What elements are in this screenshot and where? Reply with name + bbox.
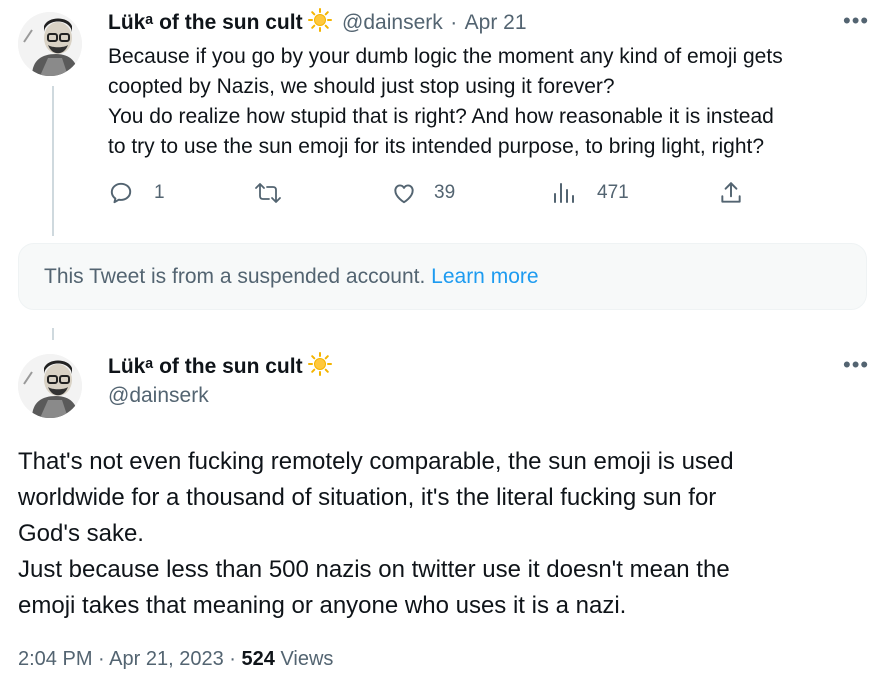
avatar[interactable] [18, 12, 82, 76]
heart-icon [390, 180, 418, 206]
author-name[interactable]: Lükᵃ of the sun cult [108, 11, 303, 34]
tweet-text-line: You do realize how stupid that is right?… [108, 105, 774, 128]
like-count: 39 [434, 182, 456, 203]
sun-emoji-icon [307, 8, 332, 37]
suspended-tweet-notice: This Tweet is from a suspended account. … [18, 243, 867, 310]
thread-line [52, 86, 54, 236]
tweet-time[interactable]: 2:04 PM [18, 648, 92, 670]
thread-line [52, 328, 54, 340]
analytics-icon [552, 180, 576, 206]
reply-tweet-text: Because if you go by your dumb logic the… [108, 42, 868, 162]
views-count[interactable]: 524 [242, 648, 275, 670]
avatar-illustration [18, 12, 82, 76]
tweet-date[interactable]: Apr 21 [465, 11, 527, 34]
tweet-text-line: coopted by Nazis, we should just stop us… [108, 75, 615, 98]
tweet-text-line: to try to use the sun emoji for its inte… [108, 135, 765, 158]
tweet-text-line: worldwide for a thousand of situation, i… [18, 484, 717, 511]
reply-tweet-header: Lükᵃ of the sun cult @dainserk · Apr 21 [108, 8, 527, 37]
separator-dot: · [450, 11, 458, 34]
tweet-text-line: emoji takes that meaning or anyone who u… [18, 592, 627, 619]
retweet-icon [254, 180, 282, 206]
reply-button[interactable]: 1 [108, 176, 165, 210]
tweet-text-line: Because if you go by your dumb logic the… [108, 45, 783, 68]
avatar[interactable] [18, 354, 82, 418]
main-tweet-header: Lükᵃ of the sun cult [108, 352, 332, 381]
author-handle[interactable]: @dainserk [342, 11, 443, 34]
tweet-meta: 2:04 PM · Apr 21, 2023 · 524 Views [18, 648, 333, 671]
learn-more-link[interactable]: Learn more [431, 265, 538, 288]
separator-dot: · [98, 648, 105, 670]
views-button[interactable]: 471 [552, 176, 629, 210]
suspended-notice-text: This Tweet is from a suspended account. [44, 265, 426, 288]
avatar-illustration [18, 354, 82, 418]
sun-emoji-icon [307, 352, 332, 381]
author-name[interactable]: Lükᵃ of the sun cult [108, 355, 303, 378]
views-count: 471 [597, 182, 629, 203]
comment-icon [108, 180, 134, 206]
tweet-text-line: That's not even fucking remotely compara… [18, 448, 734, 475]
more-options-icon[interactable]: ••• [843, 8, 869, 34]
like-button[interactable]: 39 [390, 176, 455, 210]
tweet-text-line: Just because less than 500 nazis on twit… [18, 556, 730, 583]
retweet-button[interactable] [254, 176, 292, 210]
main-tweet-text: That's not even fucking remotely compara… [18, 444, 868, 624]
share-button[interactable] [718, 176, 744, 210]
share-icon [718, 180, 744, 206]
views-label: Views [280, 648, 334, 670]
tweet-text-line: God's sake. [18, 520, 144, 547]
author-handle[interactable]: @dainserk [108, 384, 209, 408]
separator-dot: · [229, 648, 236, 670]
tweet-date[interactable]: Apr 21, 2023 [109, 648, 224, 670]
more-options-icon[interactable]: ••• [843, 352, 869, 378]
reply-count: 1 [154, 182, 165, 203]
